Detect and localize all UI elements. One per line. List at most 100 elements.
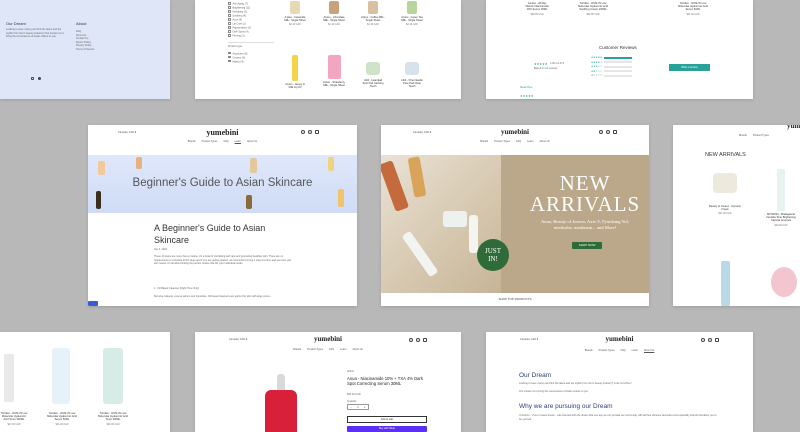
product-card[interactable]: A'pieu - Ceramide Milk - Single Sheet $2… (283, 1, 307, 26)
product-card[interactable]: Torriden - DIVE-IN Low Molecular Hyaluro… (578, 0, 608, 16)
add-to-cart-button[interactable]: Add to cart (347, 416, 427, 423)
filter-group-title[interactable]: Product type (228, 45, 274, 49)
nav-learn[interactable]: Learn (340, 348, 346, 351)
product-image[interactable] (292, 55, 298, 81)
product-card[interactable]: A'pieu - Honey & Milk Lip Oil (283, 55, 307, 89)
nav-learn[interactable]: Learn (235, 140, 241, 143)
nav-brands[interactable]: Brands (480, 140, 488, 143)
minus-icon[interactable]: − (351, 406, 353, 409)
product-title[interactable]: Torriden - DIVE-IN Low Molecular Hyaluro… (678, 2, 708, 12)
checkbox-icon[interactable] (228, 55, 231, 58)
product-title[interactable]: Abib - Heartleaf Spot Pad Calming Touch (361, 79, 385, 89)
product-card[interactable]: A'pieu - Chocolate Milk - Single Sheet $… (322, 1, 346, 26)
product-title[interactable]: A'pieu - Green Tea Milk - Single Sheet (400, 16, 424, 22)
checkbox-icon[interactable] (228, 34, 231, 37)
checkbox-icon[interactable] (228, 51, 231, 54)
checkbox-icon[interactable] (228, 10, 231, 13)
footer-link[interactable]: Privacy Policy (76, 44, 95, 48)
buy-with-shop-button[interactable]: Buy with Shop (347, 426, 427, 432)
product-card[interactable]: Torriden - DIVE-IN Low Molecular Hyaluro… (96, 410, 130, 426)
nav-faq[interactable]: FAQ (224, 140, 229, 143)
product-card[interactable]: Torriden - DIVE-IN Low Molecular Hyaluro… (0, 410, 28, 426)
product-title[interactable]: A'pieu - Ceramide Milk - Single Sheet (283, 16, 307, 22)
product-card[interactable]: SKIN1004 - Madagascar Centella Tone Brig… (763, 169, 799, 227)
product-image[interactable] (290, 1, 300, 14)
product-title[interactable]: Abib - Pine Needle Pore Pad Clear Touch (400, 79, 424, 89)
nav-faq[interactable]: FAQ (329, 348, 334, 351)
instagram-icon[interactable] (31, 77, 34, 80)
chat-widget[interactable] (88, 301, 98, 306)
account-icon[interactable] (416, 338, 420, 342)
product-image[interactable] (368, 1, 378, 14)
product-card[interactable]: Torriden - DIVE-IN Low Molecular Hyaluro… (678, 0, 708, 16)
checkbox-icon[interactable] (228, 14, 231, 17)
product-card[interactable]: Jumiso - All Day Vitamin Niacinamide 10%… (524, 0, 550, 16)
cart-icon[interactable] (423, 338, 427, 342)
checkbox-icon[interactable] (228, 59, 231, 62)
product-image[interactable] (407, 1, 417, 14)
checkbox-icon[interactable] (228, 6, 231, 9)
product-title[interactable]: A'pieu - Chocolate Milk - Single Sheet (322, 16, 346, 22)
footer-link[interactable]: Terms of Service (76, 48, 95, 52)
product-title[interactable]: Torriden - DIVE-IN Low Molecular Hyaluro… (45, 412, 79, 422)
product-card[interactable]: Beauty of Joseon - Dynasty Cream $27.00 … (707, 173, 743, 215)
read-more-link[interactable]: Read More (520, 86, 532, 90)
shop-now-button[interactable]: SHOP NOW (572, 242, 602, 249)
nav-product-types[interactable]: Product Types (599, 349, 615, 352)
nav-brands[interactable]: Brands (188, 140, 196, 143)
account-icon[interactable] (308, 130, 312, 134)
product-title[interactable]: SKIN1004 - Madagascar Centella Tone Brig… (763, 213, 799, 223)
product-image[interactable] (405, 62, 419, 75)
nav-faq[interactable]: FAQ (621, 349, 626, 352)
nav-learn[interactable]: Learn (527, 140, 533, 143)
nav-product-types[interactable]: Product Types (494, 140, 510, 143)
checkbox-icon[interactable] (228, 30, 231, 33)
product-card[interactable]: A'pieu - Green Tea Milk - Single Sheet $… (400, 1, 424, 26)
filter-option[interactable]: Firming (1) (228, 34, 274, 38)
nav-about[interactable]: About Us (247, 140, 257, 143)
plus-icon[interactable]: + (364, 406, 366, 409)
write-review-button[interactable]: Write a review (669, 64, 710, 71)
product-title[interactable]: Beauty of Joseon - Dynasty Cream (707, 205, 743, 211)
product-title[interactable]: A'pieu - Coffee Milk - Single Sheet (361, 16, 385, 22)
checkbox-icon[interactable] (228, 2, 231, 5)
nav-product-types[interactable]: Product Types (753, 134, 769, 137)
product-image[interactable] (721, 261, 730, 306)
product-title[interactable]: Jumiso - All Day Vitamin Niacinamide 10%… (524, 2, 550, 12)
nav-brands[interactable]: Brands (293, 348, 301, 351)
product-image[interactable] (777, 169, 785, 211)
search-icon[interactable] (701, 338, 705, 342)
product-title[interactable]: A'pieu - Honey & Milk Lip Oil (283, 83, 307, 89)
product-image[interactable] (771, 267, 797, 297)
account-icon[interactable] (708, 338, 712, 342)
product-card[interactable]: Abib - Pine Needle Pore Pad Clear Touch (400, 55, 424, 89)
product-image[interactable] (327, 55, 341, 79)
search-icon[interactable] (301, 130, 305, 134)
product-title[interactable]: Torriden - DIVE-IN Low Molecular Hyaluro… (578, 2, 608, 12)
product-image[interactable] (366, 62, 380, 75)
product-image[interactable] (713, 173, 737, 193)
product-card[interactable]: A'pieu - Strawberry Milk - Single Sheet (322, 55, 346, 87)
product-title[interactable]: Torriden - DIVE-IN Low Molecular Hyaluro… (96, 412, 130, 422)
search-icon[interactable] (599, 130, 603, 134)
nav-about[interactable]: About Us (352, 348, 362, 351)
product-image[interactable] (103, 348, 123, 404)
tiktok-icon[interactable] (38, 77, 41, 80)
nav-learn[interactable]: Learn (632, 349, 638, 352)
nav-faq[interactable]: FAQ (516, 140, 521, 143)
product-image[interactable] (4, 354, 14, 402)
product-card[interactable]: A'pieu - Coffee Milk - Single Sheet $2.1… (361, 1, 385, 26)
product-title[interactable]: Torriden - DIVE-IN Low Molecular Hyaluro… (0, 412, 28, 422)
account-icon[interactable] (606, 130, 610, 134)
nav-about[interactable]: About Us (539, 140, 549, 143)
checkbox-icon[interactable] (228, 22, 231, 25)
cart-icon[interactable] (613, 130, 617, 134)
quantity-stepper[interactable]: − 1 + (347, 404, 369, 410)
search-icon[interactable] (409, 338, 413, 342)
brand-logo[interactable]: yumebini (787, 125, 800, 130)
nav-brands[interactable]: Brands (739, 134, 747, 137)
nav-about[interactable]: About Us (644, 349, 654, 352)
checkbox-icon[interactable] (228, 18, 231, 21)
product-card[interactable]: Torriden - DIVE-IN Low Molecular Hyaluro… (45, 410, 79, 426)
checkbox-icon[interactable] (228, 26, 231, 29)
